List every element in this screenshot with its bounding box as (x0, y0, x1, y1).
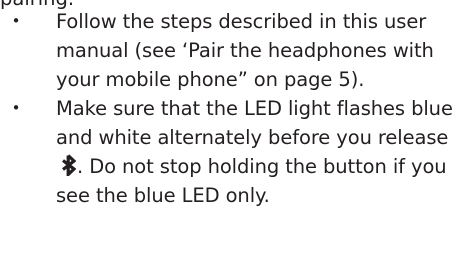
list-item-text: Follow the steps described in this user … (56, 10, 434, 91)
bullet-marker: • (11, 12, 21, 30)
list-item: • Make sure that the LED light flashes b… (0, 94, 461, 210)
list-item-text-continued: . Do not stop holding the button if you … (56, 155, 447, 207)
bluetooth-icon (62, 154, 76, 176)
manual-page: pairing. • Follow the steps described in… (0, 0, 461, 264)
list-item: • Follow the steps described in this use… (0, 7, 461, 94)
instruction-list: • Follow the steps described in this use… (0, 7, 461, 210)
bullet-marker: • (11, 99, 21, 117)
list-item-text: Make sure that the LED light flashes blu… (56, 97, 453, 149)
